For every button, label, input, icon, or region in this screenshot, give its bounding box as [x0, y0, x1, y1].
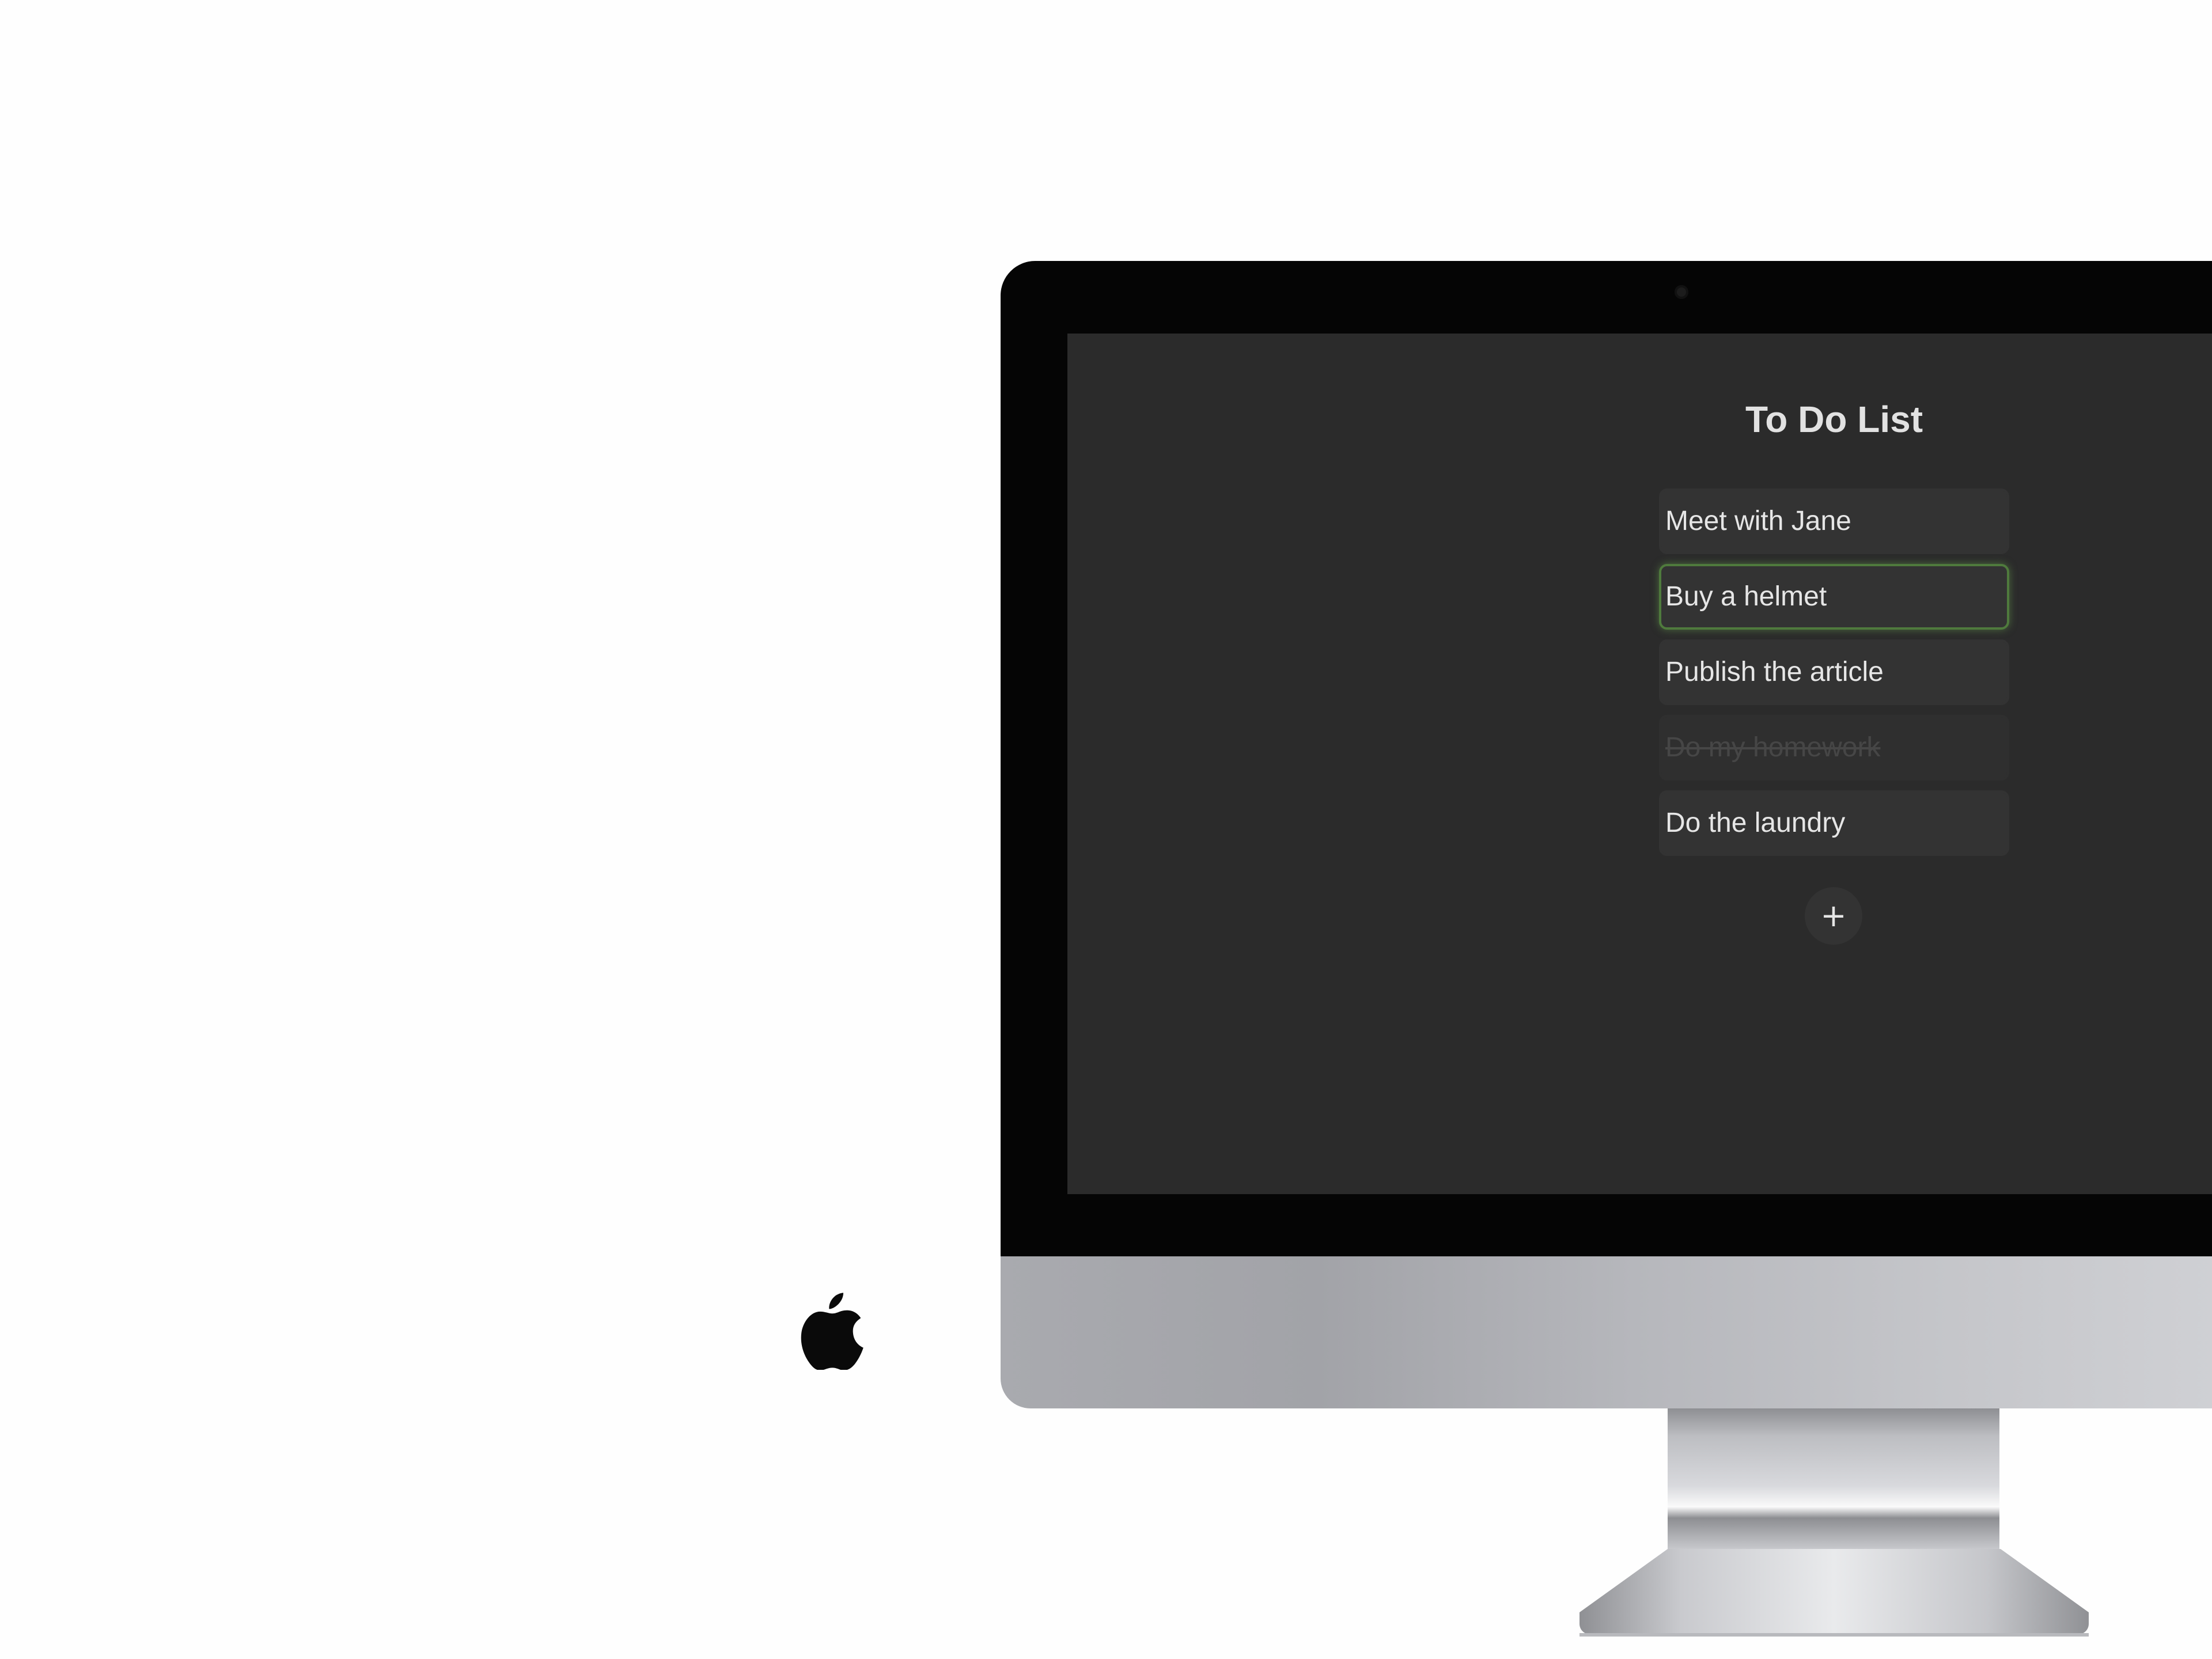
page-title: To Do List — [1745, 399, 1923, 440]
monitor-stand-foot — [1580, 1549, 2089, 1637]
todo-list: Meet with Jane Buy a helmet Publish the … — [1659, 488, 2009, 866]
monitor-bezel — [1001, 261, 2212, 1256]
plus-icon: + — [1820, 897, 1847, 934]
list-item[interactable]: Do my homework — [1659, 715, 2009, 781]
monitor-stand-neck — [1668, 1408, 1999, 1549]
todo-app: To Do List Meet with Jane Buy a helmet P… — [1659, 397, 2009, 945]
monitor-chin — [1001, 1256, 2212, 1408]
list-item[interactable]: Meet with Jane — [1659, 488, 2009, 554]
webcam-icon — [1675, 285, 1688, 299]
list-item[interactable]: Do the laundry — [1659, 790, 2009, 856]
list-item[interactable]: Publish the article — [1659, 639, 2009, 705]
monitor-screen — [1067, 334, 2212, 1194]
add-task-button[interactable]: + — [1805, 887, 1862, 945]
stage: To Do List Meet with Jane Buy a helmet P… — [0, 0, 2212, 1659]
list-item[interactable]: Buy a helmet — [1659, 564, 2009, 630]
apple-logo-icon — [801, 1293, 863, 1370]
